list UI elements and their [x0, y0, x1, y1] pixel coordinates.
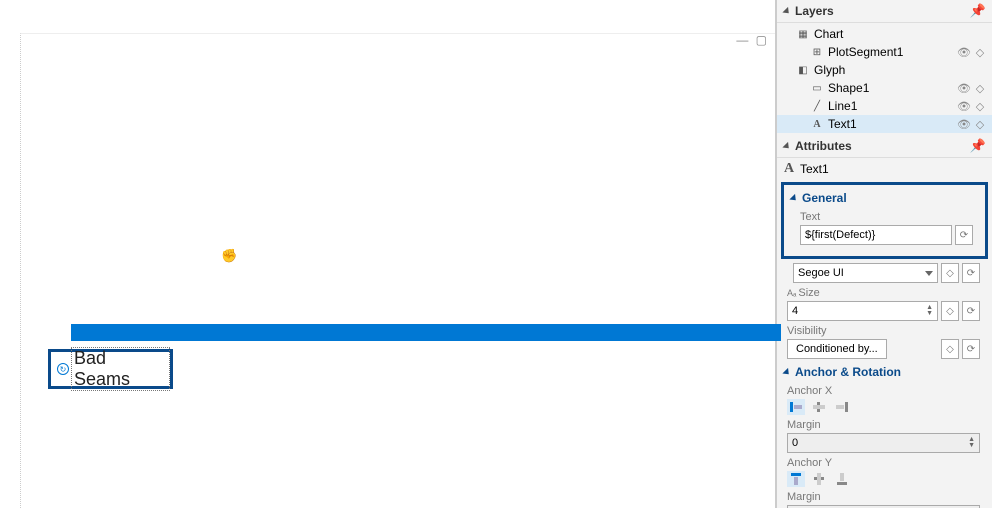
layers-panel-header[interactable]: Layers 📌	[777, 0, 992, 23]
pin-icon[interactable]: 📌	[970, 138, 986, 154]
text-icon: A	[783, 163, 795, 175]
chevron-down-icon	[782, 141, 791, 150]
text-element-selection[interactable]: ↻ Bad Seams	[48, 349, 173, 389]
bind-icon[interactable]: ⟳	[955, 225, 973, 245]
chart-icon: ▦	[797, 28, 809, 40]
canvas-workspace[interactable]: ✊ ↻ Bad Seams	[20, 33, 775, 508]
anchor-section-header[interactable]: Anchor & Rotation	[783, 363, 986, 381]
attributes-body: A Text1 General Text ⟳ Segoe UI ◇ ⟳ AₐSi…	[777, 158, 992, 508]
eye-icon[interactable]: 👁	[958, 118, 970, 130]
layer-shape[interactable]: ▭ Shape1 👁 ◇	[777, 79, 992, 97]
attributes-panel-header[interactable]: Attributes 📌	[777, 135, 992, 158]
shape-icon: ▭	[811, 82, 823, 94]
anchor-y-bottom[interactable]	[833, 471, 851, 487]
layers-title: Layers	[795, 4, 834, 18]
chevron-down-icon	[789, 193, 798, 202]
canvas-area[interactable]: — ▢ ✊ ↻ Bad Seams	[0, 0, 776, 508]
link-icon[interactable]: ⟳	[962, 263, 980, 283]
eye-icon[interactable]: 👁	[958, 46, 970, 58]
marginx-input[interactable]: 0▲▼	[787, 433, 980, 453]
eye-icon[interactable]: 👁	[958, 100, 970, 112]
font-value: Segoe UI	[798, 267, 844, 279]
rotate-handle-icon[interactable]: ↻	[57, 363, 69, 375]
layer-text[interactable]: A Text1 👁 ◇	[777, 115, 992, 133]
layers-tree: ▦ Chart ⊞ PlotSegment1 👁 ◇ ◧ Glyph ▭ Shap…	[777, 23, 992, 135]
conditioned-by-button[interactable]: Conditioned by...	[787, 339, 887, 359]
size-label: AₐSize	[787, 287, 986, 299]
layer-label: Line1	[828, 99, 857, 113]
anchor-x-center[interactable]	[810, 399, 828, 415]
anchor-y-middle[interactable]	[810, 471, 828, 487]
section-title: Anchor & Rotation	[795, 365, 901, 379]
anchory-label: Anchor Y	[787, 457, 986, 469]
chevron-down-icon	[782, 367, 791, 376]
eye-icon[interactable]: 👁	[958, 82, 970, 94]
text-field-label: Text	[800, 211, 979, 223]
grab-cursor-icon: ✊	[221, 248, 237, 264]
anchor-y-top[interactable]	[787, 471, 805, 487]
layer-label: PlotSegment1	[828, 45, 903, 59]
erase-icon[interactable]: ◇	[974, 118, 986, 130]
anchorx-label: Anchor X	[787, 385, 986, 397]
marginy-label: Margin	[787, 491, 986, 503]
section-title: General	[802, 191, 847, 205]
text-value-input[interactable]	[800, 225, 952, 245]
link-icon[interactable]: ⟳	[962, 339, 980, 359]
marginx-label: Margin	[787, 419, 986, 431]
anchor-x-left[interactable]	[787, 399, 805, 415]
erase-icon[interactable]: ◇	[941, 301, 959, 321]
anchor-x-right[interactable]	[833, 399, 851, 415]
general-section-header[interactable]: General	[790, 189, 979, 207]
size-input[interactable]: 4▲▼	[787, 301, 938, 321]
text-element-content[interactable]: Bad Seams	[71, 347, 170, 391]
plotsegment-icon: ⊞	[811, 46, 823, 58]
layer-glyph[interactable]: ◧ Glyph	[777, 61, 992, 79]
text-icon: A	[811, 118, 823, 130]
layer-chart[interactable]: ▦ Chart	[777, 25, 992, 43]
erase-icon[interactable]: ◇	[941, 263, 959, 283]
layer-line[interactable]: ╱ Line1 👁 ◇	[777, 97, 992, 115]
side-panels: Layers 📌 ▦ Chart ⊞ PlotSegment1 👁 ◇ ◧ Gly…	[776, 0, 992, 508]
shape-bar[interactable]	[71, 324, 781, 341]
erase-icon[interactable]: ◇	[974, 46, 986, 58]
layer-label: Shape1	[828, 81, 869, 95]
font-select[interactable]: Segoe UI	[793, 263, 938, 283]
layer-label: Chart	[814, 27, 843, 41]
link-icon[interactable]: ⟳	[962, 301, 980, 321]
layer-label: Glyph	[814, 63, 845, 77]
line-icon: ╱	[811, 100, 823, 112]
attr-selected-heading: A Text1	[777, 158, 992, 180]
attributes-title: Attributes	[795, 139, 852, 153]
layer-label: Text1	[828, 117, 857, 131]
chevron-down-icon	[782, 6, 791, 15]
attr-selected-label: Text1	[800, 162, 829, 176]
erase-icon[interactable]: ◇	[974, 100, 986, 112]
pin-icon[interactable]: 📌	[970, 3, 986, 19]
glyph-icon: ◧	[797, 64, 809, 76]
erase-icon[interactable]: ◇	[974, 82, 986, 94]
visibility-label: Visibility	[787, 325, 986, 337]
general-section-highlight: General Text ⟳	[781, 182, 988, 259]
erase-icon[interactable]: ◇	[941, 339, 959, 359]
layer-plotsegment[interactable]: ⊞ PlotSegment1 👁 ◇	[777, 43, 992, 61]
